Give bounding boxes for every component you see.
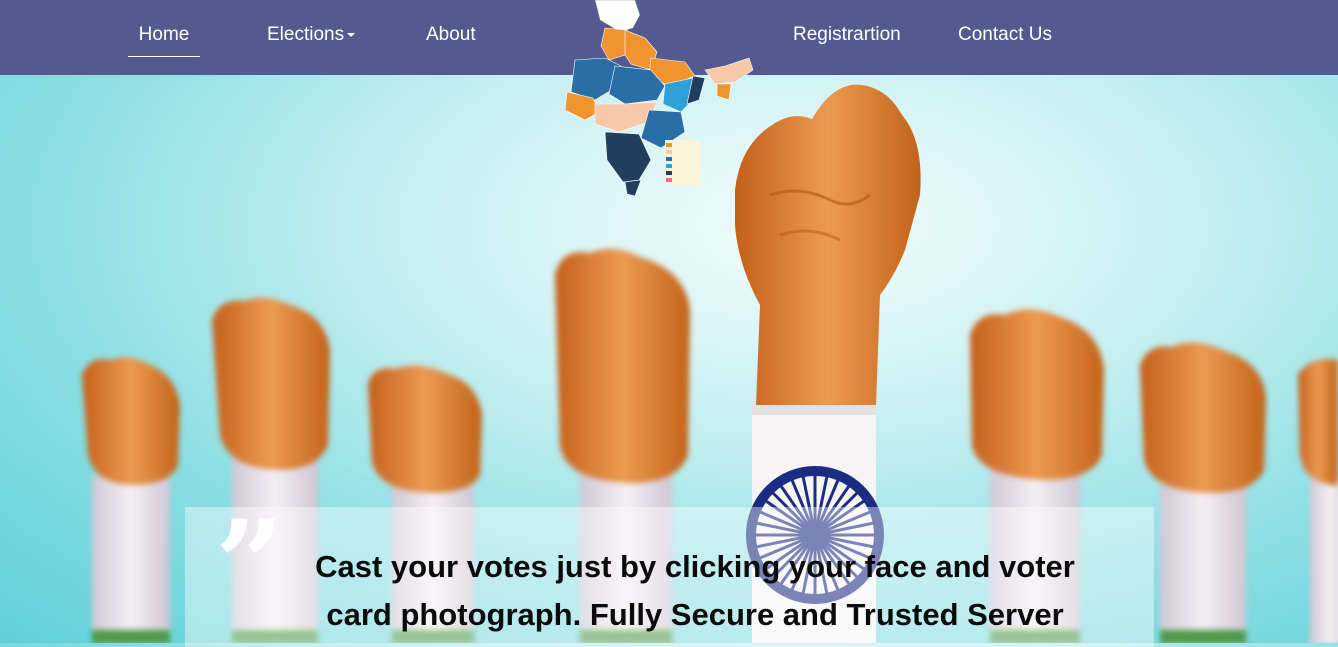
quote-mark-icon: ” [215,494,285,635]
nav-elections-dropdown[interactable]: Elections [267,24,356,46]
hero-tagline: Cast your votes just by clicking your fa… [295,543,1095,639]
india-map-icon [565,0,754,197]
nav-contact-link[interactable]: Contact Us [958,24,1052,46]
tagline-line-2: card photograph. Fully Secure and Truste… [326,597,1064,632]
chevron-down-icon [347,32,356,37]
nav-registration-link[interactable]: Registrartion [793,24,901,46]
nav-home-link[interactable]: Home [128,24,200,57]
nav-about-link[interactable]: About [426,24,476,46]
nav-elections-label: Elections [267,24,345,45]
tagline-line-1: Cast your votes just by clicking your fa… [315,549,1075,584]
quote-panel: ” Cast your votes just by clicking your … [185,494,1154,647]
